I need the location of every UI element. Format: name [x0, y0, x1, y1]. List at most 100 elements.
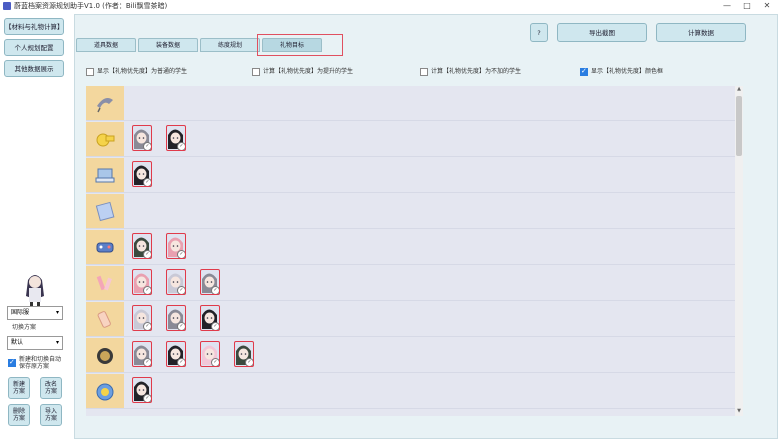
chevron-down-icon: ▾ — [55, 309, 59, 316]
tab-item-data[interactable]: 道具数据 — [76, 38, 136, 52]
laptop-gift-icon — [95, 168, 115, 183]
gift-row — [86, 194, 736, 229]
gift-cell — [86, 302, 124, 336]
level-badge-icon: ✓ — [143, 178, 151, 186]
gift-row: ✓ ✓ — [86, 122, 736, 157]
level-badge-icon: ✓ — [211, 358, 219, 366]
tab-level-plan[interactable]: 练度规划 — [200, 38, 260, 52]
student-portrait[interactable]: ✓ — [132, 161, 152, 187]
server-select[interactable]: 国际服 ▾ — [7, 306, 63, 320]
new-plan-button[interactable]: 新建 方案 — [8, 377, 30, 399]
window-title: 蔚蓝档案资源规划助手V1.0 (作者：Bili飘雪茶暗) — [14, 2, 168, 10]
help-button[interactable]: ? — [530, 23, 548, 42]
nav-personal-config[interactable]: 个人规划配置 — [4, 39, 64, 56]
title-bar: 蔚蓝档案资源规划助手V1.0 (作者：Bili飘雪茶暗) — □ ✕ — [0, 0, 780, 14]
gift-row: ✓ — [86, 374, 736, 409]
gift-row: ✓ ✓ ✓ — [86, 266, 736, 301]
gift-cell — [86, 338, 124, 372]
student-portrait[interactable]: ✓ — [132, 269, 152, 295]
student-portrait[interactable]: ✓ — [132, 233, 152, 259]
level-badge-icon: ✓ — [245, 358, 253, 366]
student-portrait[interactable]: ✓ — [166, 233, 186, 259]
cosmetics-gift-icon — [96, 275, 112, 291]
book-gift-icon — [95, 201, 115, 222]
level-badge-icon: ✓ — [177, 250, 185, 258]
student-portrait[interactable]: ✓ — [200, 269, 220, 295]
gift-list: ✓ ✓ ✓ ✓ ✓ ✓ ✓ ✓ ✓ ✓ ✓ ✓ ✓ ✓ ✓ ✓ — [86, 86, 736, 416]
auto-save-label: 新建和切换自动保存原方案 — [19, 356, 62, 370]
student-portrait[interactable]: ✓ — [200, 341, 220, 367]
student-portrait[interactable]: ✓ — [234, 341, 254, 367]
compact-gift-icon — [97, 348, 113, 364]
gift-row: ✓ ✓ ✓ ✓ — [86, 338, 736, 373]
level-badge-icon: ✓ — [177, 358, 185, 366]
student-portrait[interactable]: ✓ — [166, 125, 186, 151]
student-portrait[interactable]: ✓ — [166, 305, 186, 331]
chevron-down-icon: ▾ — [55, 339, 59, 346]
gift-cell — [86, 374, 124, 408]
gift-cell — [86, 86, 124, 120]
option-checkbox[interactable] — [580, 67, 588, 76]
level-badge-icon: ✓ — [143, 286, 151, 294]
maximize-button[interactable]: □ — [738, 0, 756, 12]
option-show-color-frame[interactable]: 显示【礼物优先度】颜色框 — [580, 66, 663, 76]
close-button[interactable]: ✕ — [758, 0, 776, 12]
whistle-gift-icon — [96, 133, 115, 147]
option-calc-raise[interactable]: 计算【礼物优先度】为提升的学生 — [252, 66, 353, 76]
plan-switch-label: 切换方案 — [12, 324, 37, 331]
level-badge-icon: ✓ — [177, 286, 185, 294]
mascot-avatar — [26, 275, 44, 309]
option-checkbox[interactable] — [86, 67, 94, 76]
gift-cell — [86, 194, 124, 228]
student-portrait[interactable]: ✓ — [132, 377, 152, 403]
student-portrait[interactable]: ✓ — [132, 341, 152, 367]
ribbon-gift-icon — [97, 98, 113, 113]
level-badge-icon: ✓ — [143, 142, 151, 150]
gift-row: ✓ ✓ ✓ — [86, 302, 736, 337]
gift-cell — [86, 158, 124, 192]
export-screenshot-button[interactable]: 导出截图 — [557, 23, 647, 42]
student-portrait[interactable]: ✓ — [166, 341, 186, 367]
level-badge-icon: ✓ — [143, 358, 151, 366]
active-tab-highlight — [257, 34, 343, 56]
option-checkbox[interactable] — [420, 67, 428, 76]
scroll-thumb[interactable] — [736, 96, 742, 156]
nav-other-data[interactable]: 其他数据展示 — [4, 60, 64, 77]
sidebar: 【材料与礼物计算】 个人规划配置 其他数据展示 国际服▾ 切换方案 默认▾ 新建… — [0, 14, 72, 443]
delete-plan-button[interactable]: 删除 方案 — [8, 404, 30, 426]
rename-plan-button[interactable]: 改名 方案 — [40, 377, 62, 399]
level-badge-icon: ✓ — [211, 286, 219, 294]
level-badge-icon: ✓ — [143, 322, 151, 330]
minimize-button[interactable]: — — [718, 0, 736, 12]
option-checkbox[interactable] — [252, 67, 260, 76]
level-badge-icon: ✓ — [211, 322, 219, 330]
gift-cell — [86, 230, 124, 264]
student-portrait[interactable]: ✓ — [132, 305, 152, 331]
scroll-up-icon[interactable]: ▲ — [735, 86, 743, 94]
app-icon — [3, 2, 11, 10]
vertical-scrollbar[interactable]: ▲ ▼ — [735, 86, 743, 416]
scroll-down-icon[interactable]: ▼ — [735, 408, 743, 416]
import-plan-button[interactable]: 导入 方案 — [40, 404, 62, 426]
student-portrait[interactable]: ✓ — [166, 269, 186, 295]
option-calc-skip[interactable]: 计算【礼物优先度】为不加的学生 — [420, 66, 521, 76]
student-portrait[interactable]: ✓ — [132, 125, 152, 151]
level-badge-icon: ✓ — [177, 142, 185, 150]
calculate-button[interactable]: 计算数据 — [656, 23, 746, 42]
gift-cell — [86, 122, 124, 156]
level-badge-icon: ✓ — [143, 394, 151, 402]
game-console-gift-icon — [96, 242, 114, 253]
nav-material-gift-calc[interactable]: 【材料与礼物计算】 — [4, 18, 64, 35]
plan-select[interactable]: 默认 ▾ — [7, 336, 63, 350]
level-badge-icon: ✓ — [177, 322, 185, 330]
option-show-normal[interactable]: 显示【礼物优先度】为普通的学生 — [86, 66, 187, 76]
gift-row: ✓ ✓ — [86, 230, 736, 265]
lotion-gift-icon — [97, 311, 111, 328]
auto-save-checkbox[interactable] — [8, 358, 16, 367]
level-badge-icon: ✓ — [143, 250, 151, 258]
student-portrait[interactable]: ✓ — [200, 305, 220, 331]
gift-row — [86, 86, 736, 121]
tab-equipment-data[interactable]: 装备数据 — [138, 38, 198, 52]
gift-row: ✓ — [86, 158, 736, 193]
gift-cell — [86, 266, 124, 300]
